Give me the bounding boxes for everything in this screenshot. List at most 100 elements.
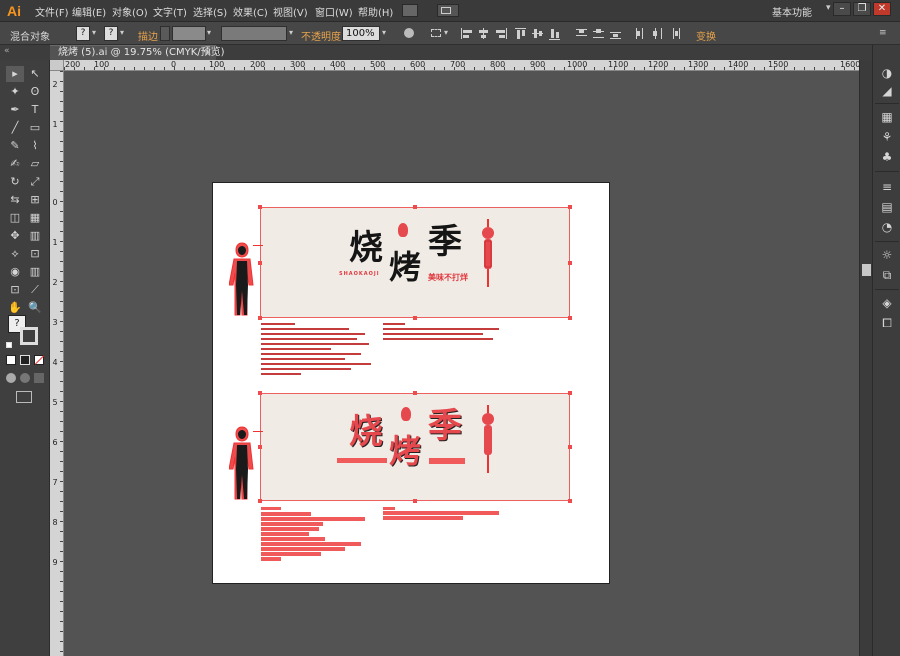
magic-wand-tool-icon[interactable]: ✦ — [6, 84, 24, 100]
scale-tool-icon[interactable]: ⤢ — [26, 174, 44, 190]
mesh-tool-icon[interactable]: ✥ — [6, 228, 24, 244]
draw-inside-icon[interactable] — [34, 373, 44, 383]
menu-select[interactable]: 选择(S) — [193, 4, 227, 19]
menu-edit[interactable]: 编辑(E) — [72, 4, 106, 19]
slice-tool-icon[interactable]: ⟋ — [26, 282, 44, 298]
vertical-ruler[interactable]: 2 1 0 1 2 3 4 5 6 7 8 9 — [50, 71, 64, 656]
hand-tool-icon[interactable]: ✋ — [6, 300, 24, 316]
selection-handle[interactable] — [413, 316, 417, 320]
selection-handle[interactable] — [568, 316, 572, 320]
symbols-icon[interactable]: ♣ — [879, 149, 895, 165]
align-left-icon[interactable] — [460, 27, 474, 40]
graphic-styles-icon[interactable]: ⧉ — [879, 267, 895, 283]
opacity-input[interactable]: 100% — [342, 26, 380, 41]
selection-handle[interactable] — [568, 499, 572, 503]
selection-handle[interactable] — [258, 499, 262, 503]
default-colors-icon[interactable] — [6, 342, 12, 348]
column-graph-tool-icon[interactable]: ▥ — [26, 264, 44, 280]
brushes-icon[interactable]: ⚘ — [879, 129, 895, 145]
menu-effect[interactable]: 效果(C) — [233, 4, 268, 19]
none-mode-icon[interactable] — [34, 355, 45, 365]
variable-width-profile[interactable] — [221, 26, 287, 41]
distribute-right-icon[interactable] — [668, 27, 682, 40]
artboards-icon[interactable]: ⧠ — [879, 315, 895, 331]
appearance-panel-icon[interactable]: ☼ — [879, 247, 895, 263]
align-bottom-icon[interactable] — [548, 27, 562, 40]
align-right-icon[interactable] — [494, 27, 508, 40]
opacity-dropdown-icon[interactable]: ▾ — [382, 28, 386, 37]
canvas[interactable]: 烧 烤 季 美味不打烊 SHAOKAOJI 烧 烤 季 — [64, 72, 859, 656]
stroke-dropdown-icon[interactable]: ▾ — [120, 28, 124, 37]
bridge-button[interactable] — [402, 4, 418, 17]
selection-handle[interactable] — [568, 445, 572, 449]
selection-handle[interactable] — [258, 261, 262, 265]
selection-handle[interactable] — [568, 391, 572, 395]
menu-view[interactable]: 视图(V) — [273, 4, 308, 19]
fill-dropdown-icon[interactable]: ▾ — [92, 28, 96, 37]
rectangle-tool-icon[interactable]: ▭ — [26, 120, 44, 136]
recolor-artwork-icon[interactable] — [402, 27, 416, 40]
stroke-label[interactable]: 描边 — [138, 28, 158, 43]
color-mode-icon[interactable] — [6, 355, 16, 365]
transform-link[interactable]: 变换 — [696, 28, 716, 43]
perspective-grid-tool-icon[interactable]: ▦ — [26, 210, 44, 226]
distribute-vertical-center-icon[interactable] — [592, 27, 606, 40]
align-top-icon[interactable] — [514, 27, 528, 40]
horizontal-ruler[interactable]: 200 100 0 100 200 300 400 500 600 700 80… — [64, 60, 859, 71]
screen-mode-icon[interactable] — [16, 391, 32, 403]
control-bar-menu-icon[interactable]: ≡ — [879, 28, 887, 38]
shape-builder-tool-icon[interactable]: ◫ — [6, 210, 24, 226]
stroke-weight-field[interactable] — [172, 26, 206, 41]
artboard[interactable]: 烧 烤 季 美味不打烊 SHAOKAOJI 烧 烤 季 — [212, 182, 610, 584]
arrange-documents-button[interactable] — [437, 4, 459, 17]
selection-handle[interactable] — [568, 205, 572, 209]
draw-behind-icon[interactable] — [20, 373, 30, 383]
selection-handle[interactable] — [258, 316, 262, 320]
selection-handle[interactable] — [568, 261, 572, 265]
pen-tool-icon[interactable]: ✒ — [6, 102, 24, 118]
menu-object[interactable]: 对象(O) — [112, 4, 148, 19]
symbol-sprayer-tool-icon[interactable]: ◉ — [6, 264, 24, 280]
eraser-tool-icon[interactable]: ▱ — [26, 156, 44, 172]
stroke-weight-stepper[interactable] — [160, 26, 170, 41]
transparency-panel-icon[interactable]: ◔ — [879, 219, 895, 235]
document-tab[interactable]: 烧烤 (5).ai @ 19.75% (CMYK/预览) × — [50, 45, 225, 60]
pencil-tool-icon[interactable]: ⌇ — [26, 138, 44, 154]
distribute-top-icon[interactable] — [575, 27, 589, 40]
color-panel-icon[interactable]: ◑ — [879, 65, 895, 81]
vertical-scrollbar[interactable] — [859, 60, 872, 656]
stroke-color-box[interactable] — [20, 327, 38, 345]
align-horizontal-center-icon[interactable] — [477, 27, 491, 40]
blob-brush-tool-icon[interactable]: ✍ — [6, 156, 24, 172]
direct-selection-tool-icon[interactable]: ↖ — [26, 66, 44, 82]
stroke-weight-dropdown-icon[interactable]: ▾ — [207, 28, 211, 37]
scrollbar-thumb[interactable] — [862, 264, 871, 276]
gradient-panel-icon[interactable]: ▤ — [879, 199, 895, 215]
minimize-button[interactable]: – — [833, 2, 851, 16]
color-guide-icon[interactable]: ◢ — [879, 83, 895, 99]
lasso-tool-icon[interactable]: ʘ — [26, 84, 44, 100]
collapse-toolbar-icon[interactable]: « — [4, 46, 10, 56]
align-vertical-center-icon[interactable] — [531, 27, 545, 40]
eyedropper-tool-icon[interactable]: ⟡ — [6, 246, 24, 262]
fill-swatch[interactable]: ? — [76, 26, 90, 41]
workspace-chevron-icon[interactable]: ▾ — [826, 3, 831, 13]
blend-tool-icon[interactable]: ⊡ — [26, 246, 44, 262]
selection-handle[interactable] — [413, 205, 417, 209]
restore-button[interactable]: ❐ — [853, 2, 871, 16]
gradient-tool-icon[interactable]: ▥ — [26, 228, 44, 244]
close-window-button[interactable]: ✕ — [873, 2, 891, 16]
align-to-dropdown-icon[interactable]: ▾ — [444, 28, 448, 37]
profile-dropdown-icon[interactable]: ▾ — [289, 28, 293, 37]
distribute-bottom-icon[interactable] — [609, 27, 623, 40]
selection-handle[interactable] — [258, 445, 262, 449]
paintbrush-tool-icon[interactable]: ✎ — [6, 138, 24, 154]
menu-file[interactable]: 文件(F) — [35, 4, 69, 19]
opacity-label[interactable]: 不透明度 — [301, 28, 341, 43]
rotate-tool-icon[interactable]: ↻ — [6, 174, 24, 190]
selection-handle[interactable] — [258, 205, 262, 209]
stroke-panel-icon[interactable]: ≡ — [879, 179, 895, 195]
gradient-mode-icon[interactable] — [20, 355, 30, 365]
zoom-tool-icon[interactable]: 🔍 — [26, 300, 44, 316]
draw-normal-icon[interactable] — [6, 373, 16, 383]
